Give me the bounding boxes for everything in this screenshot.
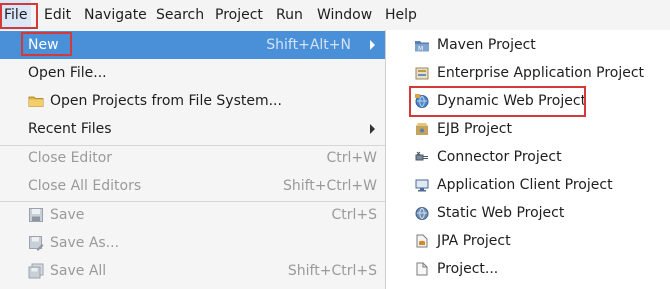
enterprise-app-icon	[415, 67, 429, 80]
menu-file[interactable]: File	[0, 0, 32, 30]
menu-item-save-all[interactable]: Save All Shift+Ctrl+S	[0, 257, 385, 285]
menu-item-open-file[interactable]: Open File...	[0, 59, 385, 87]
submenu-item-label: Static Web Project	[437, 205, 565, 221]
submenu-arrow-icon	[370, 40, 375, 50]
menu-item-save[interactable]: Save Ctrl+S	[0, 201, 385, 229]
app-client-icon	[415, 179, 429, 192]
menu-project[interactable]: Project	[215, 0, 263, 30]
menu-item-label: Save All	[50, 263, 107, 279]
submenu-item-ejb[interactable]: EJB Project	[386, 115, 670, 143]
menu-run[interactable]: Run	[276, 0, 303, 30]
menu-item-save-as[interactable]: Save As...	[0, 229, 385, 257]
new-submenu: M Maven Project Enterprise Application P…	[386, 30, 670, 289]
submenu-item-static-web[interactable]: Static Web Project	[386, 199, 670, 227]
submenu-item-label: Maven Project	[437, 37, 536, 53]
svg-text:M: M	[418, 46, 423, 53]
menu-item-label: Open Projects from File System...	[50, 93, 282, 109]
submenu-item-label: Application Client Project	[437, 177, 613, 193]
shortcut-label: Ctrl+W	[326, 150, 377, 166]
submenu-item-label: EJB Project	[437, 121, 512, 137]
jpa-icon	[416, 234, 428, 248]
menu-navigate[interactable]: Navigate	[84, 0, 147, 30]
file-menu: New Shift+Alt+N Open File... Open Projec…	[0, 30, 386, 289]
project-icon	[416, 262, 428, 276]
save-as-icon	[29, 236, 44, 251]
submenu-item-label: JPA Project	[437, 233, 511, 249]
connector-icon	[415, 151, 428, 161]
save-all-icon	[28, 263, 44, 279]
menu-window[interactable]: Window	[317, 0, 372, 30]
submenu-item-label: Dynamic Web Project	[437, 93, 587, 109]
menu-item-new[interactable]: New Shift+Alt+N	[0, 31, 385, 59]
menu-edit[interactable]: Edit	[44, 0, 71, 30]
menu-item-open-projects[interactable]: Open Projects from File System...	[0, 87, 385, 115]
submenu-arrow-icon	[370, 124, 375, 134]
menu-item-label: Close All Editors	[28, 178, 142, 194]
shortcut-label: Ctrl+S	[331, 207, 377, 223]
menu-help[interactable]: Help	[385, 0, 417, 30]
save-disk-icon	[29, 208, 43, 222]
folder-icon	[28, 96, 44, 107]
menu-item-label: Recent Files	[28, 121, 112, 137]
dynamic-web-icon	[415, 94, 429, 108]
submenu-item-maven-project[interactable]: M Maven Project	[386, 31, 670, 59]
menu-item-label: Save	[50, 207, 85, 223]
submenu-item-dynamic-web[interactable]: Dynamic Web Project	[386, 87, 670, 115]
submenu-item-enterprise-app[interactable]: Enterprise Application Project	[386, 59, 670, 87]
ejb-icon	[416, 123, 428, 135]
static-web-icon	[415, 207, 429, 220]
menu-item-label: New	[28, 37, 59, 53]
shortcut-label: Shift+Ctrl+W	[282, 178, 377, 194]
menu-item-close-editor[interactable]: Close Editor Ctrl+W	[0, 144, 385, 172]
submenu-item-jpa[interactable]: JPA Project	[386, 227, 670, 255]
shortcut-label: Shift+Ctrl+S	[287, 263, 377, 279]
submenu-item-connector[interactable]: Connector Project	[386, 143, 670, 171]
menu-search[interactable]: Search	[156, 0, 204, 30]
submenu-item-project[interactable]: Project...	[386, 255, 670, 283]
submenu-item-app-client[interactable]: Application Client Project	[386, 171, 670, 199]
shortcut-label: Shift+Alt+N	[266, 37, 351, 53]
submenu-item-label: Connector Project	[437, 149, 562, 165]
menu-item-close-all[interactable]: Close All Editors Shift+Ctrl+W	[0, 172, 385, 200]
menu-item-recent-files[interactable]: Recent Files	[0, 115, 385, 143]
menu-bar: File Edit Navigate Search Project Run Wi…	[0, 0, 670, 31]
submenu-item-label: Enterprise Application Project	[437, 65, 645, 81]
menu-item-label: Save As...	[50, 235, 120, 251]
submenu-item-label: Project...	[437, 261, 499, 277]
menu-item-label: Close Editor	[28, 150, 113, 166]
menu-item-label: Open File...	[28, 65, 107, 81]
maven-project-icon: M	[415, 41, 429, 53]
